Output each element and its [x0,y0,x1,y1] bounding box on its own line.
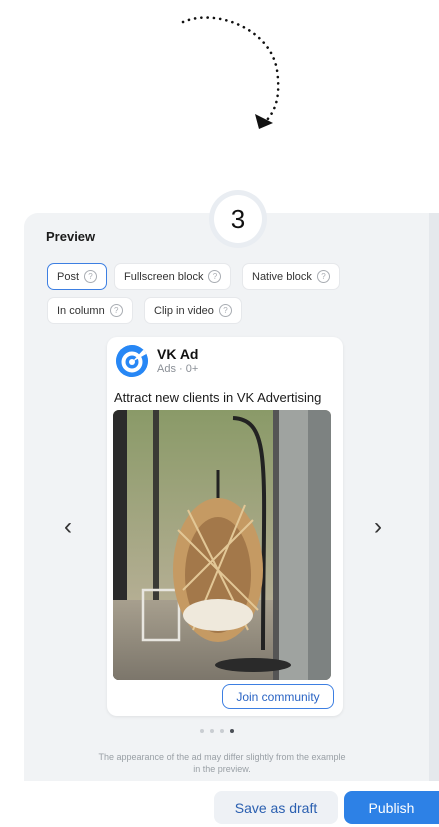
format-tab-label: Fullscreen block [124,270,204,283]
format-tab-native-block[interactable]: Native block ? [242,263,340,290]
chevron-left-icon[interactable]: ‹ [64,515,72,539]
footer-actions: Save as draft Publish [24,781,439,827]
vk-ad-logo-icon [116,345,148,377]
help-icon[interactable]: ? [109,304,123,317]
step-number: 3 [230,203,246,234]
format-tab-label: In column [57,304,105,317]
format-tab-label: Native block [252,270,312,283]
format-tab-post[interactable]: Post ? [47,263,108,290]
carousel-dot-active[interactable] [230,729,234,733]
preview-title: Preview [46,229,96,244]
help-icon[interactable]: ? [316,270,330,283]
carousel-dot[interactable] [220,729,224,733]
preview-panel: Preview Post ? Fullscreen block ? Native… [24,213,439,827]
chevron-right-icon[interactable]: › [374,515,382,539]
help-icon[interactable]: ? [208,270,222,283]
publish-button[interactable]: Publish [344,791,439,824]
post-author: VK Ad [157,346,199,362]
step-number-badge: 3 [214,195,262,243]
carousel-dot[interactable] [200,729,204,733]
format-tab-clip-in-video[interactable]: Clip in video ? [144,297,242,324]
format-tab-label: Clip in video [154,304,214,317]
help-icon[interactable]: ? [218,304,232,317]
carousel-dot[interactable] [210,729,214,733]
preview-disclaimer: The appearance of the ad may differ slig… [98,752,346,774]
save-as-draft-button[interactable]: Save as draft [214,791,338,824]
format-tab-fullscreen-block[interactable]: Fullscreen block ? [114,263,232,290]
join-community-button[interactable]: Join community [222,684,334,709]
help-icon[interactable]: ? [84,270,98,283]
post-meta: Ads · 0+ [157,363,199,375]
curved-arrow-icon [181,16,280,129]
panel-scrollbar[interactable] [429,213,439,827]
ad-post-card: VK Ad Ads · 0+ Attract new clients in VK… [107,337,343,716]
format-tab-label: Post [57,270,80,283]
post-text: Attract new clients in VK Advertising [114,390,322,405]
post-image [113,410,331,680]
format-tab-in-column[interactable]: In column ? [47,297,133,324]
carousel-pagination [200,729,234,733]
